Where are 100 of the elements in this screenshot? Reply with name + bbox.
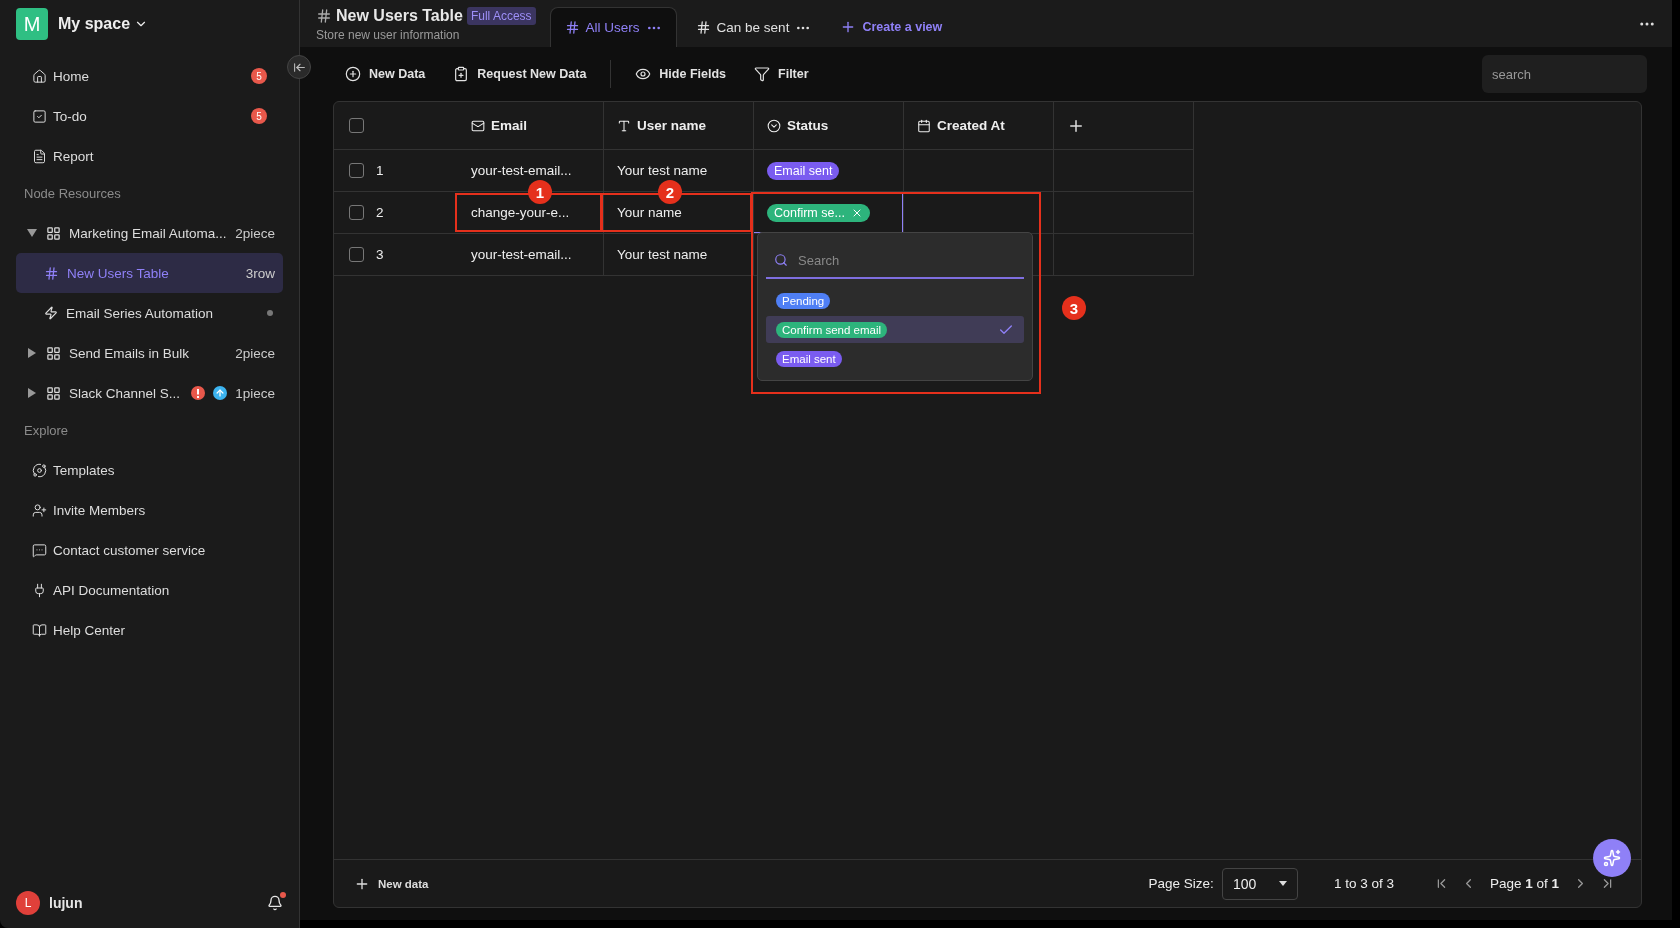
workspace-switcher[interactable]: My space xyxy=(58,15,149,33)
plus-circle-icon xyxy=(345,66,361,82)
user-avatar[interactable]: L xyxy=(16,891,40,915)
table-cell: Your test name xyxy=(617,247,708,262)
column-header[interactable]: Email xyxy=(458,102,604,149)
table-cell: your-test-email... xyxy=(471,163,572,178)
column-header[interactable]: Created At xyxy=(904,102,1054,149)
mail-icon xyxy=(471,118,485,133)
grid-icon xyxy=(46,385,61,401)
column-title: Email xyxy=(491,118,528,133)
column-title: Status xyxy=(787,118,829,133)
dropdown-search-field[interactable]: Search xyxy=(766,243,1024,279)
access-tag: Full Access xyxy=(466,7,536,25)
row-checkbox[interactable] xyxy=(349,247,364,262)
nav-item[interactable]: Report xyxy=(16,136,283,176)
clipboard-icon xyxy=(453,66,470,82)
new-data-button[interactable]: New data xyxy=(354,875,429,892)
status-tag: Pending xyxy=(776,292,831,309)
nav-item[interactable]: API Documentation xyxy=(16,570,283,610)
table-cell: Your name xyxy=(617,205,682,220)
calendar-icon xyxy=(917,118,931,133)
caret-icon[interactable] xyxy=(26,227,38,239)
hash-icon xyxy=(316,8,332,24)
search-field[interactable]: search xyxy=(1482,55,1647,93)
nav-item[interactable]: Home 5 xyxy=(16,56,283,96)
nav-item[interactable]: Invite Members xyxy=(16,490,283,530)
count-badge: 5 xyxy=(251,108,267,124)
status-option[interactable]: Pending xyxy=(766,287,1024,314)
search-icon xyxy=(774,253,788,267)
nav-item[interactable]: Templates xyxy=(16,450,283,490)
tree-item[interactable]: Send Emails in Bulk 2piece xyxy=(16,333,283,373)
caret-icon[interactable] xyxy=(26,347,38,359)
table-title: New Users Table xyxy=(336,7,463,25)
table-cell: your-test-email... xyxy=(471,247,572,262)
user-plus-icon xyxy=(32,502,47,518)
row-checkbox[interactable] xyxy=(349,163,364,178)
row-number: 1 xyxy=(376,163,384,178)
tree-item[interactable]: Email Series Automation xyxy=(16,293,283,333)
planet-icon xyxy=(32,462,47,478)
user-name: lujun xyxy=(49,895,84,911)
home-icon xyxy=(32,68,47,84)
nav-item[interactable]: To-do 5 xyxy=(16,96,283,136)
collapse-handle[interactable] xyxy=(287,55,311,79)
create-view-button[interactable]: Create a view xyxy=(830,7,953,47)
sparkle-icon xyxy=(1603,849,1621,867)
status-tag: Confirm se... xyxy=(767,203,870,222)
column-header[interactable]: User name xyxy=(604,102,754,149)
column-title: Created At xyxy=(937,118,1005,133)
status-tag: Email sent xyxy=(767,161,840,180)
workspace-logo: M xyxy=(16,8,48,40)
book-icon xyxy=(32,622,47,638)
view-tab[interactable]: Can be sent xyxy=(680,7,827,47)
toolbar-button[interactable]: Hide Fields xyxy=(623,60,739,88)
toolbar-button[interactable]: New Data xyxy=(333,60,438,88)
bell-icon[interactable] xyxy=(267,895,283,911)
section-title: Node Resources xyxy=(23,185,122,203)
plug-icon xyxy=(32,582,47,598)
hash-icon xyxy=(564,20,580,35)
annotation-number: 2 xyxy=(658,180,682,204)
table-cell: Your test name xyxy=(617,163,708,178)
status-tag: Email sent xyxy=(776,350,842,367)
section-title: Explore xyxy=(23,422,70,440)
arrow-up-icon xyxy=(213,386,228,400)
dropdown-icon xyxy=(767,118,781,133)
row-number: 2 xyxy=(376,205,384,220)
grid-icon xyxy=(46,345,61,361)
status-option[interactable]: Email sent xyxy=(766,345,1024,372)
text-icon xyxy=(617,118,631,133)
caret-icon[interactable] xyxy=(26,387,38,399)
table-description: Store new user information xyxy=(316,28,461,42)
count-badge: 5 xyxy=(251,68,267,84)
column-header[interactable]: Status xyxy=(754,102,904,149)
hash-icon xyxy=(44,265,59,281)
annotation-number: 3 xyxy=(1062,296,1086,320)
filter-icon xyxy=(754,66,771,82)
table-cell: change-your-e... xyxy=(471,205,570,220)
row-checkbox[interactable] xyxy=(349,205,364,220)
toolbar-button[interactable]: Filter xyxy=(742,60,821,88)
chat-icon xyxy=(32,542,47,558)
column-title: User name xyxy=(637,118,707,133)
page-size-select[interactable]: 100 xyxy=(1221,867,1298,900)
status-tag: Confirm send email xyxy=(776,321,888,338)
sparkle-button[interactable] xyxy=(1593,839,1631,877)
nav-item[interactable]: Contact customer service xyxy=(16,530,283,570)
checkbox-icon xyxy=(32,108,47,124)
toolbar-button[interactable]: Request New Data xyxy=(441,60,599,88)
grid-icon xyxy=(46,225,61,241)
tree-item[interactable]: Marketing Email Automa... 2piece xyxy=(16,213,283,253)
alert-icon xyxy=(191,386,206,400)
document-icon xyxy=(32,148,47,164)
tree-item[interactable]: Slack Channel S... 1piece xyxy=(16,373,283,413)
select-all-checkbox[interactable] xyxy=(349,118,364,133)
lightning-icon xyxy=(44,306,58,320)
nav-item[interactable]: Help Center xyxy=(16,610,283,650)
search-input[interactable]: Search xyxy=(796,251,1016,269)
annotation-number: 1 xyxy=(528,180,552,204)
tree-item[interactable]: New Users Table 3row xyxy=(16,253,283,293)
row-range: 1 to 3 of 3 xyxy=(1333,876,1394,891)
page-indicator: Page 1 of 1 xyxy=(1489,876,1559,891)
view-tab[interactable]: All Users xyxy=(549,7,677,47)
